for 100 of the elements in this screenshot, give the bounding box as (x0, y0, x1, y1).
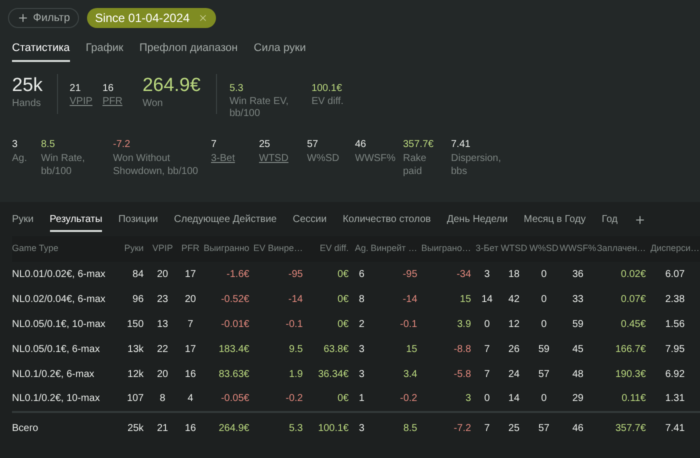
table-cell-text: 0 (483, 318, 491, 332)
stat-label: Hands (12, 98, 42, 110)
table-cell: 4 (177, 386, 204, 412)
column-header[interactable]: Выигранно (203, 236, 254, 262)
table-cell-text: NL0.05/0.1€, 10-max (12, 318, 106, 332)
column-header[interactable]: Game Type (12, 236, 118, 262)
column-header[interactable]: Заплачен… (596, 236, 650, 262)
column-header[interactable]: EV Винре… (253, 236, 307, 262)
stat-value: 7.41 (451, 138, 472, 152)
report-tab[interactable]: Результаты (50, 212, 102, 232)
table-cell-text: 0.07€ (620, 292, 647, 306)
total-cell: -7.2 (421, 412, 476, 444)
stat-value: 100.1€ (311, 82, 344, 96)
table-cell: 84 (118, 262, 148, 286)
table-cell: 1 (352, 386, 371, 412)
report-tab[interactable]: Месяц в Году (524, 212, 586, 232)
filter-button[interactable]: Фильтр (8, 8, 79, 28)
report-tab[interactable]: Позиции (118, 212, 158, 232)
table-cell: 1.31 (650, 386, 700, 412)
table-cell-text: 16 (184, 368, 197, 382)
table-cell-text: 12k (126, 368, 145, 382)
total-cell: 7 (475, 412, 499, 444)
column-header[interactable]: Винрейт … (370, 236, 422, 262)
table-cell-text: NL0.05/0.1€, 6-max (12, 342, 101, 356)
table-cell-text: 42 (507, 292, 521, 306)
stat-link[interactable]: PFR (102, 96, 122, 108)
table-cell-text: 59 (537, 342, 550, 356)
table-cell: 0.11€ (596, 386, 650, 412)
report-tab[interactable]: Руки (12, 212, 34, 232)
table-cell-text: 1.56 (664, 318, 686, 332)
stat-label: Won Without Showdown, bb/100 (113, 152, 200, 178)
table-cell-text: 13k (126, 342, 145, 356)
report-tab[interactable]: Следующее Действие (174, 212, 277, 232)
table-cell-text: 59 (571, 318, 584, 332)
table-cell-text: 7 (186, 318, 194, 332)
table-cell-text: 13 (156, 318, 170, 332)
stat-link[interactable]: 3-Bet (211, 152, 259, 164)
stat-label: Win Rate, bb/100 (41, 152, 86, 178)
table-cell-text: 8 (358, 292, 366, 306)
table-cell-text: 3.4 (402, 368, 418, 382)
stat-value: 8.5 (41, 138, 56, 152)
table-cell-text: 7 (483, 342, 491, 356)
table-cell-text: 166.7€ (614, 342, 647, 356)
column-header[interactable]: Ag. (352, 236, 371, 262)
add-tab-icon[interactable] (634, 214, 646, 226)
report-tab[interactable]: Количество столов (342, 212, 431, 232)
table-cell-text: 12 (507, 318, 521, 332)
stat-value: -7.2 (113, 138, 132, 152)
table-cell: -95 (370, 262, 422, 286)
table-cell: 0.02€ (596, 262, 650, 286)
table-cell-text: 0€ (336, 318, 350, 332)
view-tab[interactable]: Префлоп диапазон (139, 40, 238, 62)
table-cell: NL0.1/0.2€, 10-max (12, 386, 118, 412)
view-tab[interactable]: График (86, 40, 124, 62)
stat-value: 25k (12, 74, 43, 98)
stat-link[interactable]: WTSD (259, 152, 307, 164)
table-cell-text: 6.92 (664, 368, 686, 382)
table-cell-text: 0€ (336, 292, 350, 306)
total-cell: 46 (558, 412, 597, 444)
table-cell: -1.6€ (203, 262, 254, 286)
stat-value: 5.3 (229, 82, 244, 96)
table-cell-text: 17 (184, 342, 197, 356)
stat-value: 264.9€ (142, 74, 202, 98)
column-header[interactable]: Руки (118, 236, 148, 262)
column-header[interactable]: 3-Бет (475, 236, 499, 262)
table-cell-text: 15 (405, 342, 418, 356)
column-header[interactable]: PFR (177, 236, 204, 262)
table-cell-text: -0.01€ (220, 318, 250, 332)
table-cell-text: 7 (483, 368, 491, 382)
table-cell: NL0.01/0.02€, 6-max (12, 262, 118, 286)
stat-value: 7 (211, 138, 218, 152)
stat-label: Rake paid (403, 152, 428, 178)
table-cell: 0€ (306, 386, 353, 412)
stat-value: 57 (307, 138, 320, 152)
table-cell-text: 26 (507, 342, 521, 356)
table-cell-text: 0.45€ (620, 318, 647, 332)
table-cell: 20 (148, 262, 178, 286)
column-header[interactable]: WTSD (499, 236, 529, 262)
total-cell: 100.1€ (306, 412, 353, 444)
date-filter-chip[interactable]: Since 01-04-2024 (86, 8, 216, 28)
table-cell-text: 3.9 (456, 318, 472, 332)
column-header[interactable]: Дисперси… (650, 236, 700, 262)
column-header[interactable]: Выиграно… (421, 236, 476, 262)
table-cell-text: 0 (540, 292, 548, 306)
column-header[interactable]: EV diff. (306, 236, 353, 262)
view-tab[interactable]: Сила руки (254, 40, 306, 62)
table-cell-text: 183.4€ (218, 342, 250, 356)
column-header[interactable]: W%SD (528, 236, 559, 262)
view-tab[interactable]: Статистика (12, 40, 70, 62)
column-header[interactable]: WWSF% (558, 236, 597, 262)
column-header[interactable]: VPIP (148, 236, 178, 262)
table-cell: 0€ (306, 262, 353, 286)
table-cell-text: 2.38 (664, 292, 686, 306)
stat-value: 21 (70, 82, 82, 96)
table-cell-text: 0 (540, 318, 548, 332)
report-tab[interactable]: День Недели (446, 212, 508, 232)
report-tab[interactable]: Год (602, 212, 618, 232)
table-cell-text: 83.63€ (218, 368, 250, 382)
report-tab[interactable]: Сессии (292, 212, 327, 232)
stat-link[interactable]: VPIP (70, 96, 92, 108)
